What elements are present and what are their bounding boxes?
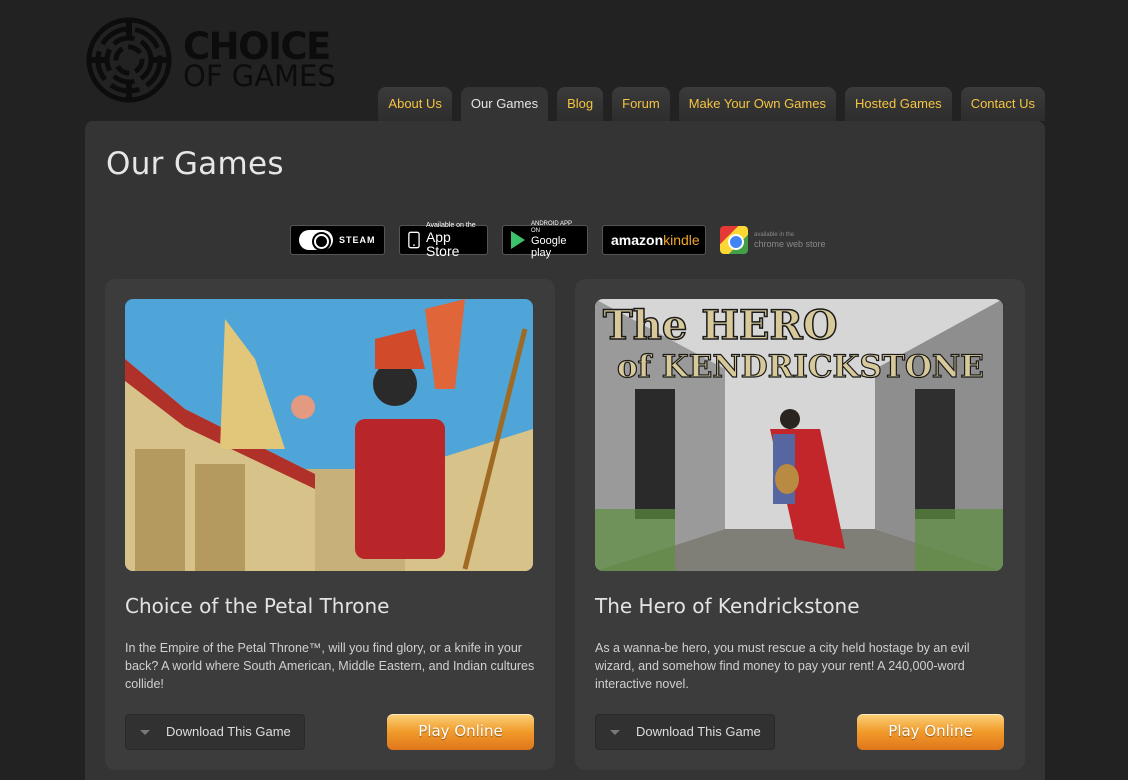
nav-tab-forum[interactable]: Forum <box>612 87 670 121</box>
steam-badge[interactable]: STEAM <box>290 225 385 255</box>
chrome-small-label: available in the <box>754 231 795 238</box>
chrome-big-label: chrome web store <box>754 238 826 249</box>
download-label: Download This Game <box>166 724 291 739</box>
page-title: Our Games <box>106 146 284 182</box>
caret-down-icon <box>140 730 150 735</box>
download-game-button[interactable]: Download This Game <box>595 714 775 750</box>
store-badges: STEAM Available on the App Store ANDROID… <box>290 221 832 259</box>
google-play-badge[interactable]: ANDROID APP ON Google play <box>502 221 588 259</box>
main-panel: Our Games STEAM Available on the App Sto… <box>85 121 1045 780</box>
game-card-petal-throne: Choice of the Petal Throne In the Empire… <box>105 279 555 770</box>
caret-down-icon <box>610 730 620 735</box>
kendrickstone-illustration: The HERO of KENDRICKSTONE <box>595 299 1003 571</box>
kindle-label: kindle <box>663 232 700 248</box>
main-nav: About Us Our Games Blog Forum Make Your … <box>378 87 1045 121</box>
game-description: In the Empire of the Petal Throne™, will… <box>125 641 535 691</box>
site-logo[interactable]: CHOICE OF GAMES <box>86 17 346 103</box>
google-play-icon <box>511 231 525 249</box>
app-store-big-label: App Store <box>425 229 460 259</box>
amazon-kindle-badge[interactable]: amazon kindle <box>602 225 706 255</box>
game-image-petal-throne[interactable] <box>125 299 533 571</box>
nav-tab-our-games[interactable]: Our Games <box>460 87 549 121</box>
download-label: Download This Game <box>636 724 761 739</box>
google-play-small-label: ANDROID APP ON <box>531 221 572 234</box>
play-online-button[interactable]: Play Online <box>387 714 534 750</box>
game-description: As a wanna-be hero, you must rescue a ci… <box>595 641 970 691</box>
maze-logo-icon <box>86 17 172 103</box>
nav-tab-make-your-own-games[interactable]: Make Your Own Games <box>678 87 836 121</box>
download-game-button[interactable]: Download This Game <box>125 714 305 750</box>
chrome-icon <box>720 226 748 254</box>
google-play-big-label: Google play <box>531 235 567 259</box>
amazon-label: amazon <box>611 232 664 248</box>
game-title[interactable]: Choice of the Petal Throne <box>125 594 389 618</box>
petal-throne-illustration <box>125 299 533 571</box>
steam-icon <box>299 230 333 250</box>
logo-line-2: OF GAMES <box>183 59 336 93</box>
nav-tab-contact-us[interactable]: Contact Us <box>960 87 1045 121</box>
chrome-web-store-badge[interactable]: available in the chrome web store <box>720 225 832 255</box>
game-title[interactable]: The Hero of Kendrickstone <box>595 594 860 618</box>
image-title-line-1: The HERO <box>603 302 838 349</box>
nav-tab-blog[interactable]: Blog <box>557 87 604 121</box>
logo-wordmark: CHOICE OF GAMES <box>183 28 336 93</box>
app-store-badge[interactable]: Available on the App Store <box>399 222 488 259</box>
steam-label: STEAM <box>339 235 376 245</box>
play-online-button[interactable]: Play Online <box>857 714 1004 750</box>
game-image-kendrickstone[interactable]: The HERO of KENDRICKSTONE <box>595 299 1003 571</box>
game-card-kendrickstone: The HERO of KENDRICKSTONE The Hero of Ke… <box>575 279 1025 770</box>
image-title-line-2: of KENDRICKSTONE <box>617 349 984 385</box>
nav-tab-about-us[interactable]: About Us <box>378 87 452 121</box>
nav-tab-hosted-games[interactable]: Hosted Games <box>844 87 952 121</box>
phone-icon <box>408 231 420 249</box>
